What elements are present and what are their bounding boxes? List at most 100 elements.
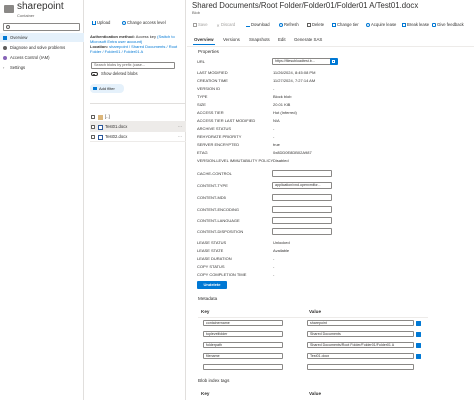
sidebar-item-overview[interactable]: Overview xyxy=(0,33,84,42)
prop-label: VERSION-LEVEL IMMUTABILITY POLICY xyxy=(197,158,274,163)
undelete-button[interactable]: Undelete xyxy=(197,281,227,289)
sidebar-item-settings[interactable]: › Settings xyxy=(0,63,84,72)
save-button[interactable]: Save xyxy=(193,22,208,27)
file-name[interactable]: [..] xyxy=(105,112,110,122)
break-lease-button[interactable]: Break lease xyxy=(402,22,429,27)
metadata-heading: Metadata xyxy=(198,296,218,301)
tab-generate-sas[interactable]: Generate SAS xyxy=(294,37,322,42)
sidebar-item-label: Settings xyxy=(10,65,26,70)
sidebar-item-access-control[interactable]: Access Control (IAM) xyxy=(0,53,84,62)
row-checkbox[interactable] xyxy=(91,125,95,129)
copy-url-button[interactable] xyxy=(330,58,338,65)
prop-value: - xyxy=(273,272,275,277)
metadata-value-input[interactable]: sharepoint xyxy=(307,320,414,326)
lock-icon xyxy=(122,20,126,25)
trash-icon[interactable] xyxy=(416,331,421,337)
download-button[interactable]: Download xyxy=(246,22,270,27)
cache-control-field[interactable] xyxy=(272,170,332,177)
refresh-button[interactable]: Refresh xyxy=(279,22,299,27)
prop-label: ETAG xyxy=(197,150,208,155)
delete-label: Delete xyxy=(312,22,325,27)
prop-label: CONTENT-TYPE xyxy=(197,183,228,188)
search-icon xyxy=(6,25,10,29)
metadata-key-input[interactable]: folderpath xyxy=(203,342,283,348)
upload-label: Upload xyxy=(97,20,111,25)
content-disposition-field[interactable] xyxy=(272,228,332,235)
properties-heading: Properties xyxy=(198,49,219,54)
break-lease-icon xyxy=(402,22,406,27)
download-icon xyxy=(246,23,250,27)
more-actions-icon[interactable]: ··· xyxy=(178,122,182,132)
add-filter-button[interactable]: Add filter xyxy=(90,84,124,93)
file-row-parent[interactable]: [..] xyxy=(90,112,186,122)
container-subtitle: Container xyxy=(17,13,35,18)
overview-icon xyxy=(3,35,7,40)
metadata-new-key-input[interactable] xyxy=(203,364,283,370)
row-checkbox[interactable] xyxy=(91,135,95,139)
metadata-value-input[interactable]: Test01.docx xyxy=(307,353,414,359)
prop-label: CACHE-CONTROL xyxy=(197,171,232,176)
tab-edit[interactable]: Edit xyxy=(278,37,286,42)
trash-icon[interactable] xyxy=(416,342,421,348)
container-icon xyxy=(4,5,14,13)
metadata-key-input[interactable]: containername xyxy=(203,320,283,326)
content-encoding-field[interactable] xyxy=(272,206,332,213)
tab-overview[interactable]: Overview xyxy=(194,37,214,42)
blob-index-tags-heading: Blob index tags xyxy=(198,378,230,383)
file-row-test02[interactable]: Test02.docx ··· xyxy=(90,132,186,142)
prop-label: ACCESS TIER LAST MODIFIED xyxy=(197,118,256,123)
tab-versions[interactable]: Versions xyxy=(223,37,240,42)
prop-value: 11/26/2024, 8:45:08 PM xyxy=(273,70,316,75)
trash-icon[interactable] xyxy=(416,353,421,359)
refresh-label: Refresh xyxy=(284,22,299,27)
prop-value: - xyxy=(273,264,275,269)
sidebar-search-input[interactable] xyxy=(3,23,80,31)
content-language-field[interactable] xyxy=(272,217,332,224)
metadata-key-input[interactable]: toplevelfolder xyxy=(203,331,283,337)
prop-value: 20.01 KiB xyxy=(273,102,291,107)
metadata-value-input[interactable]: Shared Documents xyxy=(307,331,414,337)
prop-label: TYPE xyxy=(197,94,208,99)
acquire-lease-button[interactable]: Acquire lease xyxy=(366,22,396,27)
change-tier-label: Change tier xyxy=(337,22,359,27)
url-field[interactable]: https://filesubloadtest.b... xyxy=(272,58,332,65)
prop-label: REHYDRATE PRIORITY xyxy=(197,134,242,139)
more-actions-icon[interactable]: ··· xyxy=(178,132,182,142)
content-md5-field[interactable] xyxy=(272,194,332,201)
metadata-key-input[interactable]: filename xyxy=(203,353,283,359)
upload-icon xyxy=(92,20,96,25)
prop-value: Available xyxy=(273,248,290,253)
sidebar-item-diagnose[interactable]: Diagnose and solve problems xyxy=(0,43,84,52)
prop-value: Hot (Inferred) xyxy=(273,110,297,115)
change-access-level-button[interactable]: Change access level xyxy=(122,20,166,25)
prop-value: 11/27/2024, 7:27:14 AM xyxy=(273,78,316,83)
file-name[interactable]: Test01.docx xyxy=(105,122,127,132)
give-feedback-button[interactable]: Give feedback xyxy=(432,22,464,27)
file-name[interactable]: Test02.docx xyxy=(105,132,127,142)
metadata-new-value-input[interactable] xyxy=(307,364,414,370)
content-type-field[interactable]: application/vnd.openxmlfor... xyxy=(272,182,332,189)
container-title: sharepoint xyxy=(17,1,64,12)
show-deleted-toggle[interactable] xyxy=(91,72,98,76)
prop-label: LEASE DURATION xyxy=(197,256,232,261)
blob-prefix-search-input[interactable]: Search blobs by prefix (case... xyxy=(91,62,175,69)
prop-label: CONTENT-ENCODING xyxy=(197,207,239,212)
tier-icon xyxy=(332,22,336,27)
prop-value: Disabled xyxy=(273,158,289,163)
metadata-value-input[interactable]: Shared Documents/Root Folder/Folder01/Fo… xyxy=(307,342,414,348)
change-tier-button[interactable]: Change tier xyxy=(332,22,359,27)
delete-button[interactable]: Delete xyxy=(307,22,324,27)
prop-label: LEASE STATUS xyxy=(197,240,227,245)
change-access-label: Change access level xyxy=(127,20,166,25)
trash-icon[interactable] xyxy=(416,320,421,326)
discard-button[interactable]: ✕Discard xyxy=(216,22,235,28)
prop-label: VERSION ID xyxy=(197,86,221,91)
people-icon xyxy=(3,55,7,60)
prop-value: - xyxy=(273,134,275,139)
row-checkbox[interactable] xyxy=(91,115,95,119)
give-feedback-label: Give feedback xyxy=(437,22,464,27)
tab-divider xyxy=(187,46,474,47)
file-row-test01[interactable]: Test01.docx ··· xyxy=(90,122,186,132)
tab-snapshots[interactable]: Snapshots xyxy=(249,37,270,42)
upload-button[interactable]: Upload xyxy=(92,20,110,25)
